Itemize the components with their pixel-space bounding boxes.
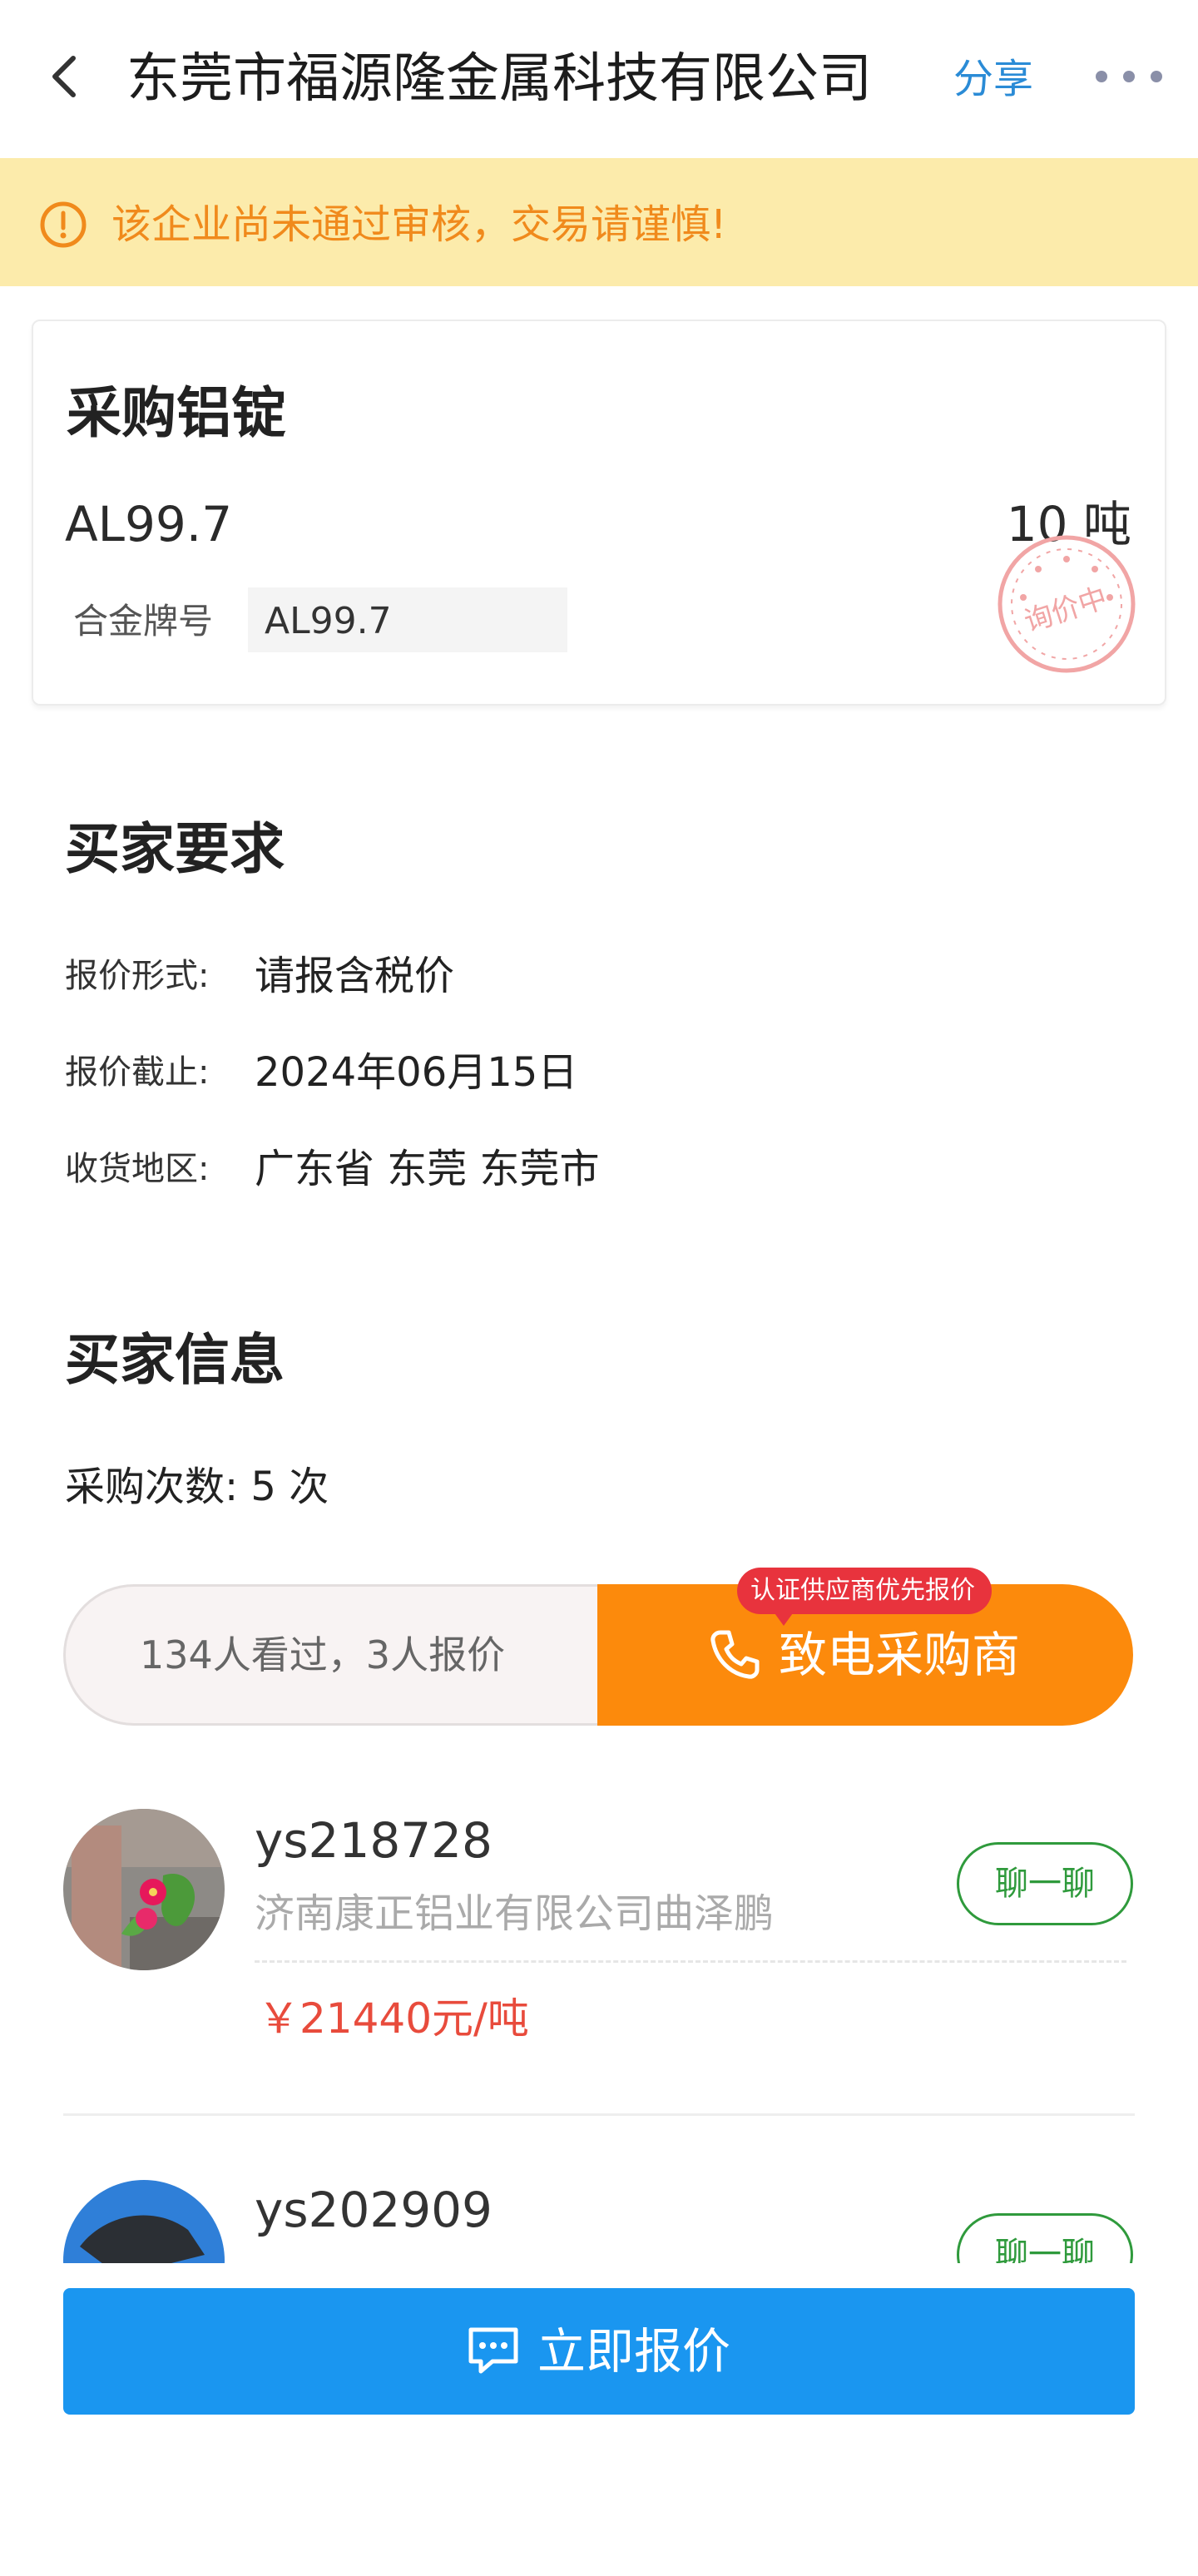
delivery-region-label: 收货地区: [65, 1150, 210, 1188]
purchase-title: 采购铝锭 [67, 381, 286, 445]
product-code: AL99.7 [65, 496, 233, 552]
stamp-text: 询价中 [1020, 581, 1111, 639]
row-divider [63, 2113, 1135, 2116]
purchase-count: 采购次数: 5 次 [65, 1464, 329, 1510]
view-stats-text: 134人看过，3人报价 [140, 1632, 506, 1677]
chat-bubble-icon [468, 2327, 518, 2374]
quote-price: ￥21440元/吨 [258, 1994, 529, 2043]
call-buyer-label: 致电采购商 [779, 1627, 1021, 1683]
delivery-region-value: 广东省 东莞 东莞市 [255, 1146, 600, 1192]
requirements-title: 买家要求 [65, 817, 285, 881]
alloy-grade-label: 合金牌号 [73, 601, 214, 642]
warning-circle-icon [40, 201, 87, 248]
quote-type-value: 请报含税价 [255, 953, 455, 999]
avatar[interactable] [63, 1809, 225, 1970]
quote-type-label: 报价形式: [65, 957, 210, 995]
share-button[interactable]: 分享 [953, 48, 1033, 110]
alloy-grade-value: AL99.7 [265, 600, 392, 642]
quoter-name: ys202909 [255, 2182, 493, 2238]
top-navbar: 东莞市福源隆金属科技有限公司 分享 [0, 0, 1198, 158]
inquiry-stamp-icon: 询价中 [998, 535, 1136, 673]
quote-divider [255, 1960, 1126, 1963]
more-dots-icon[interactable] [1092, 60, 1166, 93]
quote-deadline-label: 报价截止: [65, 1053, 210, 1092]
flower-avatar-icon [63, 1809, 225, 1970]
page-title: 东莞市福源隆金属科技有限公司 [126, 48, 872, 110]
quote-now-label: 立即报价 [537, 2323, 731, 2380]
chevron-left-icon[interactable] [42, 52, 92, 102]
phone-icon [710, 1630, 760, 1679]
quoter-name: ys218728 [255, 1812, 493, 1869]
priority-badge-text: 认证供应商优先报价 [750, 1576, 975, 1605]
chat-button[interactable]: 聊一聊 [957, 1842, 1133, 1925]
quote-deadline-value: 2024年06月15日 [255, 1049, 578, 1096]
buyer-info-title: 买家信息 [65, 1328, 285, 1392]
quoter-company: 济南康正铝业有限公司曲泽鹏 [255, 1890, 775, 1937]
warning-text: 该企业尚未通过审核，交易请谨慎! [111, 201, 727, 248]
